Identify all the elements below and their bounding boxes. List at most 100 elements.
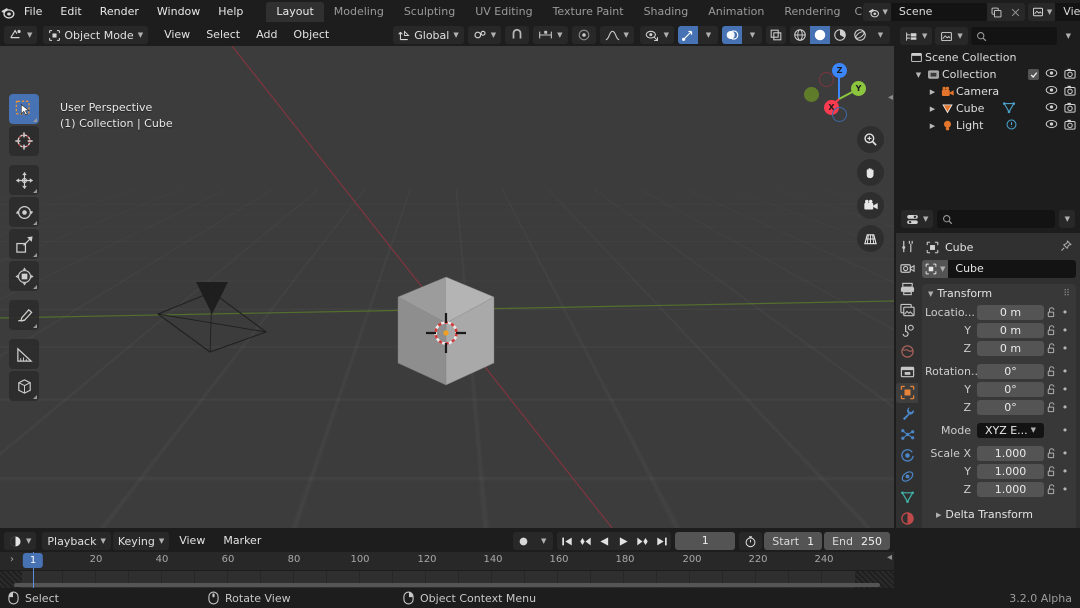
- properties-tab-collection[interactable]: [896, 362, 918, 382]
- scale-z-animate-dot[interactable]: •: [1059, 483, 1071, 496]
- menu-file[interactable]: File: [15, 3, 51, 21]
- scene-name-field[interactable]: Scene: [890, 3, 987, 21]
- camera-eye-icon[interactable]: [1045, 85, 1058, 98]
- workspace-tab-modeling[interactable]: Modeling: [324, 2, 394, 22]
- location-z-animate-dot[interactable]: •: [1059, 342, 1071, 355]
- play-icon[interactable]: [614, 532, 633, 550]
- timeline-menu-view[interactable]: View: [171, 532, 213, 550]
- outliner-row-scene-collection[interactable]: Scene Collection: [896, 49, 1080, 66]
- timeline-sidebar-toggle[interactable]: ◂: [887, 552, 892, 563]
- object-id-browse-icon[interactable]: ▼: [922, 260, 949, 278]
- viewport-menu-object[interactable]: Object: [285, 26, 337, 44]
- jump-next-keyframe-icon[interactable]: [633, 532, 652, 550]
- workspace-tab-uv-editing[interactable]: UV Editing: [465, 2, 542, 22]
- gizmo-axis-y[interactable]: Y: [851, 81, 866, 96]
- outliner-row-collection[interactable]: ▼ Collection: [896, 66, 1080, 83]
- light-expand-icon[interactable]: ▶: [926, 122, 939, 130]
- add-cube-tool[interactable]: [9, 371, 39, 401]
- frame-end-field[interactable]: End 250: [824, 532, 890, 550]
- viewport-editor-type-button[interactable]: ▼: [4, 26, 38, 44]
- scene-unlink-x-icon[interactable]: [1005, 3, 1025, 21]
- properties-tab-tool[interactable]: [896, 237, 918, 257]
- scale-x-value[interactable]: 1.000: [977, 446, 1044, 461]
- location-x-animate-dot[interactable]: •: [1059, 306, 1071, 319]
- properties-tab-object-data[interactable]: [896, 487, 918, 507]
- move-tool[interactable]: [9, 165, 39, 195]
- collection-eye-icon[interactable]: [1045, 68, 1058, 81]
- cube-render-icon[interactable]: [1064, 102, 1076, 116]
- workspace-tab-sculpting[interactable]: Sculpting: [394, 2, 465, 22]
- outliner-display-mode-dropdown[interactable]: ▼: [935, 27, 968, 45]
- scene-browse-icon[interactable]: ▼: [862, 3, 891, 21]
- properties-tab-object[interactable]: [896, 383, 918, 403]
- menu-edit[interactable]: Edit: [51, 3, 90, 21]
- frame-start-field[interactable]: Start 1: [764, 532, 823, 550]
- gizmo-axis-neg-z[interactable]: [832, 107, 847, 122]
- properties-search-input[interactable]: [937, 210, 1055, 228]
- camera-view-icon[interactable]: [857, 192, 884, 219]
- location-y-animate-dot[interactable]: •: [1059, 324, 1071, 337]
- light-render-icon[interactable]: [1064, 119, 1076, 133]
- play-reverse-icon[interactable]: [595, 532, 614, 550]
- zoom-icon[interactable]: [857, 126, 884, 153]
- delta-transform-expand-icon[interactable]: ▶: [936, 511, 941, 519]
- rotation-x-value[interactable]: 0°: [977, 364, 1044, 379]
- overlay-settings-chevron-icon[interactable]: ▼: [742, 26, 762, 44]
- rotate-tool[interactable]: [9, 197, 39, 227]
- viewlayer-name-field[interactable]: ViewLayer: [1055, 3, 1080, 21]
- properties-tab-modifiers[interactable]: [896, 404, 918, 424]
- properties-tab-constraints[interactable]: [896, 466, 918, 486]
- camera-render-icon[interactable]: [1064, 85, 1076, 99]
- xray-icon[interactable]: [766, 26, 786, 44]
- show-gizmo-icon[interactable]: [678, 26, 698, 44]
- outliner-search-input[interactable]: [970, 27, 1057, 45]
- cube-eye-icon[interactable]: [1045, 102, 1058, 115]
- scale-x-lock-icon[interactable]: [1044, 448, 1059, 459]
- collection-camera-icon[interactable]: [1064, 68, 1076, 82]
- camera-object-wireframe[interactable]: [150, 274, 274, 364]
- location-y-lock-icon[interactable]: [1044, 325, 1059, 336]
- show-overlays-icon[interactable]: [722, 26, 742, 44]
- rendered-shading-icon[interactable]: [850, 26, 870, 44]
- scale-z-lock-icon[interactable]: [1044, 484, 1059, 495]
- light-eye-icon[interactable]: [1045, 119, 1058, 132]
- timeline-menu-playback[interactable]: Playback ▼: [42, 532, 111, 550]
- light-data-icon[interactable]: [1005, 118, 1018, 134]
- properties-tab-world[interactable]: [896, 341, 918, 361]
- rotation-z-lock-icon[interactable]: [1044, 402, 1059, 413]
- timeline-menu-marker[interactable]: Marker: [215, 532, 269, 550]
- hand-pan-icon[interactable]: [857, 159, 884, 186]
- gizmo-axis-neg-y[interactable]: [819, 72, 834, 87]
- rotation-mode-dropdown[interactable]: XYZ E... ▼: [977, 423, 1044, 438]
- snap-magnet-toggle[interactable]: [505, 26, 530, 44]
- scale-x-animate-dot[interactable]: •: [1059, 447, 1071, 460]
- record-icon[interactable]: [513, 532, 533, 550]
- playhead-frame-badge[interactable]: 1: [22, 553, 44, 568]
- timeline-editor-type-button[interactable]: ▼: [4, 532, 37, 550]
- jump-to-end-icon[interactable]: [652, 532, 671, 550]
- pivot-point-dropdown[interactable]: ▼: [467, 26, 502, 44]
- current-frame-field[interactable]: 1: [675, 532, 736, 550]
- delta-transform-subpanel[interactable]: ▶ Delta Transform: [925, 505, 1071, 524]
- viewlayer-browse-icon[interactable]: ▼: [1027, 3, 1056, 21]
- outliner-row-cube[interactable]: ▶ Cube: [896, 100, 1080, 117]
- rotation-z-animate-dot[interactable]: •: [1059, 401, 1071, 414]
- viewport-canvas[interactable]: User Perspective (1) Collection | Cube Z…: [0, 46, 894, 528]
- menu-window[interactable]: Window: [148, 3, 209, 21]
- solid-shading-icon[interactable]: [810, 26, 830, 44]
- properties-tab-view-layer[interactable]: [896, 300, 918, 320]
- collection-expand-icon[interactable]: ▼: [912, 71, 925, 79]
- transform-orientation-dropdown[interactable]: Global ▼: [393, 26, 464, 44]
- gizmo-axis-neg-x[interactable]: [804, 87, 819, 102]
- location-x-lock-icon[interactable]: [1044, 307, 1059, 318]
- timeline-track[interactable]: [0, 570, 894, 588]
- workspace-tab-layout[interactable]: Layout: [266, 2, 324, 22]
- timeline-horizontal-scrollbar[interactable]: [14, 583, 880, 587]
- properties-tab-render[interactable]: [896, 258, 918, 278]
- snap-settings-dropdown[interactable]: ▼: [533, 26, 568, 44]
- jump-to-start-icon[interactable]: [557, 532, 576, 550]
- tweak-select-tool[interactable]: [9, 94, 39, 124]
- workspace-tab-rendering[interactable]: Rendering: [774, 2, 850, 22]
- transform-panel-header[interactable]: ▼ Transform ⠿: [922, 284, 1076, 303]
- jump-prev-keyframe-icon[interactable]: [576, 532, 595, 550]
